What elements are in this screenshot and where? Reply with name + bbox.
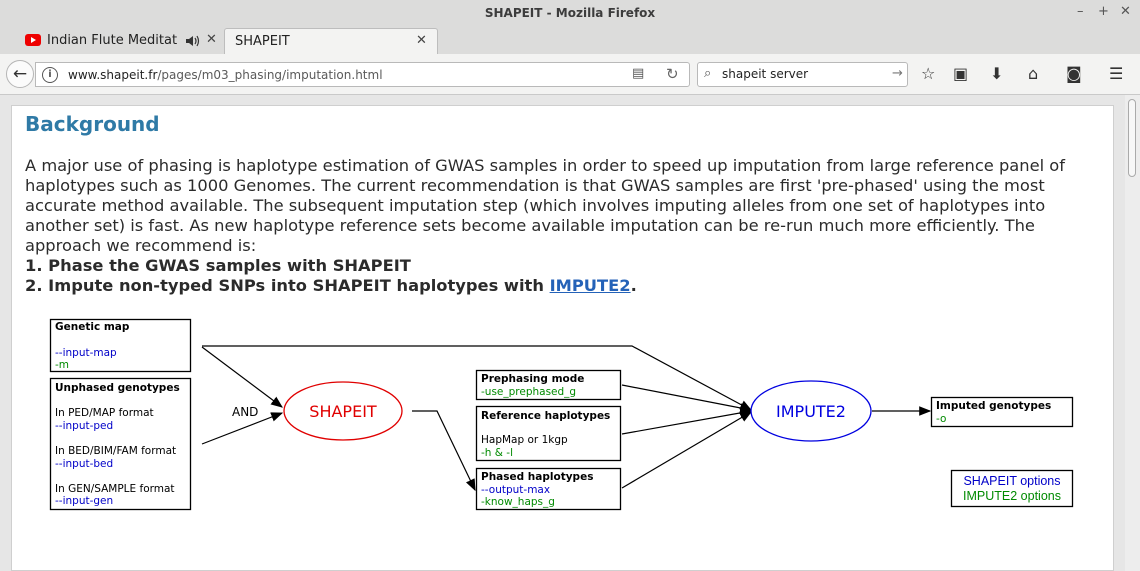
legend-box: SHAPEIT options IMPUTE2 options xyxy=(950,469,1074,508)
input-ped-option: --input-ped xyxy=(55,420,113,432)
legend-shapeit-options: SHAPEIT options xyxy=(963,474,1060,488)
edge-phased-to-impute2 xyxy=(621,411,753,489)
edge-prephasing-to-impute2 xyxy=(621,384,753,413)
genetic-map-box: Genetic map --input-map -m xyxy=(49,318,192,373)
input-gen-option: --input-gen xyxy=(55,495,113,507)
prephasing-mode-box: Prephasing mode -use_prephased_g xyxy=(475,369,622,401)
o-option: -o xyxy=(936,413,946,425)
input-bed-option: --input-bed xyxy=(55,458,113,470)
phased-haplotypes-box: Phased haplotypes --output-max -know_hap… xyxy=(475,467,622,511)
workflow-diagram: Genetic map --input-map -m Unphased geno… xyxy=(49,318,1074,511)
reference-haplotypes-box: Reference haplotypes HapMap or 1kgp -h &… xyxy=(475,405,622,462)
and-label: AND xyxy=(232,405,258,419)
input-map-option: --input-map xyxy=(55,347,117,359)
know-haps-option: -know_haps_g xyxy=(481,496,555,508)
bed-format-label: In BED/BIM/FAM format xyxy=(55,445,176,457)
h-l-option: -h & -l xyxy=(481,447,513,459)
impute2-node-label: IMPUTE2 xyxy=(776,402,846,421)
imputed-title: Imputed genotypes xyxy=(936,400,1051,412)
edge-reference-to-impute2 xyxy=(621,408,753,435)
prephasing-title: Prephasing mode xyxy=(481,373,584,385)
reference-title: Reference haplotypes xyxy=(481,410,610,422)
hapmap-label: HapMap or 1kgp xyxy=(481,434,568,446)
unphased-title: Unphased genotypes xyxy=(55,382,180,394)
legend-impute2-options: IMPUTE2 options xyxy=(963,489,1061,503)
imputed-genotypes-box: Imputed genotypes -o xyxy=(930,396,1074,428)
shapeit-node-label: SHAPEIT xyxy=(309,402,377,421)
edge-shapeit-to-phased xyxy=(412,410,476,492)
ped-format-label: In PED/MAP format xyxy=(55,407,154,419)
impute2-node: IMPUTE2 xyxy=(750,380,872,442)
shapeit-node: SHAPEIT xyxy=(283,381,403,441)
gen-format-label: In GEN/SAMPLE format xyxy=(55,483,175,495)
phased-title: Phased haplotypes xyxy=(481,471,593,483)
genetic-map-title: Genetic map xyxy=(55,321,130,333)
unphased-genotypes-box: Unphased genotypes In PED/MAP format --i… xyxy=(49,377,192,511)
m-option: -m xyxy=(55,359,69,371)
output-max-option: --output-max xyxy=(481,484,550,496)
use-prephased-option: -use_prephased_g xyxy=(481,386,576,398)
edge-map-to-shapeit xyxy=(201,346,283,408)
